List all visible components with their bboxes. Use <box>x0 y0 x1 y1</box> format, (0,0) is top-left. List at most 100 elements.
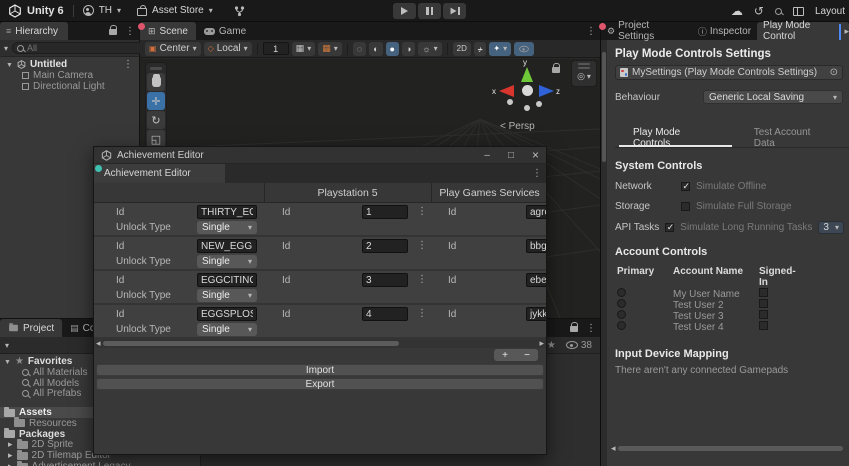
scrollbar-thumb[interactable] <box>102 341 399 346</box>
add-row-button[interactable]: + <box>502 350 508 361</box>
simulate-offline-checkbox[interactable] <box>681 181 690 192</box>
object-picker-icon[interactable]: ⊙ <box>830 67 838 78</box>
pgs-id-field[interactable] <box>526 239 546 253</box>
achievement-id-field[interactable] <box>197 239 257 253</box>
primary-radio[interactable] <box>617 321 626 330</box>
window-titlebar[interactable]: Achievement Editor – □ × <box>94 147 546 164</box>
gizmo-lock-icon[interactable] <box>552 63 560 73</box>
scrollbar-thumb[interactable] <box>617 445 843 451</box>
create-menu-caret-icon[interactable] <box>5 340 9 351</box>
expand-caret-icon[interactable] <box>8 450 13 461</box>
camera-view-button[interactable]: ◎ <box>577 71 591 84</box>
simulate-full-storage-checkbox[interactable] <box>681 202 690 211</box>
axis-x-cone[interactable] <box>499 85 514 97</box>
kebab-menu-icon[interactable] <box>532 168 542 179</box>
simulate-long-tasks-checkbox[interactable] <box>665 222 674 233</box>
kebab-menu-icon[interactable] <box>125 26 135 37</box>
shadow-toggle-button[interactable]: ◑ <box>401 41 416 56</box>
signed-in-checkbox[interactable] <box>759 321 768 330</box>
asset-store-menu[interactable]: Asset Store <box>152 5 204 16</box>
account-menu[interactable]: TH <box>99 5 112 16</box>
primary-radio[interactable] <box>617 299 626 308</box>
axis-y-cone[interactable] <box>521 67 533 82</box>
minimize-button[interactable]: – <box>484 150 490 161</box>
expand-caret-icon[interactable] <box>6 59 13 70</box>
kebab-menu-icon[interactable] <box>586 26 596 37</box>
settings-object-field[interactable]: MySettings (Play Mode Controls Settings)… <box>615 65 843 80</box>
cloud-icon[interactable]: ☁ <box>731 4 743 18</box>
unlock-type-dropdown[interactable]: Single <box>197 255 257 268</box>
expand-caret-icon[interactable] <box>4 356 11 367</box>
tab-game[interactable]: Game <box>196 22 254 40</box>
package-advertisement-legacy[interactable]: Advertisement Legacy <box>0 460 190 466</box>
ps5-id-field[interactable] <box>362 273 408 287</box>
import-button[interactable]: Import <box>96 364 544 376</box>
achievement-id-field[interactable] <box>197 307 257 321</box>
star-icon[interactable]: ★ <box>547 340 556 351</box>
horizontal-scrollbar[interactable] <box>611 444 843 452</box>
pgs-id-field[interactable] <box>526 273 546 287</box>
palette-drag-handle[interactable] <box>150 67 162 70</box>
history-icon[interactable]: ↺ <box>754 4 764 18</box>
tab-play-mode-controls[interactable]: Play Mode Controls <box>615 127 736 149</box>
tab-project-settings[interactable]: ⚙ Project Settings <box>601 20 692 42</box>
lighting-toggle-button[interactable]: ● <box>385 41 399 56</box>
ps5-id-field[interactable] <box>362 239 408 253</box>
pgs-id-field[interactable] <box>526 205 546 219</box>
signed-in-checkbox[interactable] <box>759 288 768 297</box>
primary-radio[interactable] <box>617 310 626 319</box>
scroll-left-arrow[interactable] <box>611 443 616 454</box>
effects-toggle-button[interactable]: ✦ <box>489 41 512 56</box>
perspective-label[interactable]: < Persp <box>500 121 535 132</box>
play-button[interactable] <box>393 3 416 19</box>
behaviour-dropdown[interactable]: Generic Local Saving <box>703 90 843 104</box>
step-button[interactable] <box>443 3 466 19</box>
tab-project[interactable]: Project <box>0 319 63 337</box>
scene-kebab-icon[interactable] <box>123 59 133 70</box>
scrollbar-thumb[interactable] <box>602 52 606 162</box>
tab-play-mode-control[interactable]: Play Mode Control <box>757 20 849 42</box>
hierarchy-item-main-camera[interactable]: Main Camera <box>0 70 139 81</box>
move-tool-button[interactable]: ✛ <box>147 92 165 110</box>
horizontal-scrollbar[interactable] <box>94 339 546 348</box>
lock-icon[interactable] <box>570 321 578 332</box>
row-kebab-icon[interactable] <box>417 274 427 285</box>
tab-hierarchy[interactable]: ≡ Hierarchy <box>0 22 69 40</box>
hierarchy-search[interactable] <box>12 42 150 54</box>
search-icon[interactable] <box>774 7 782 15</box>
row-kebab-icon[interactable] <box>417 206 427 217</box>
axis-z-cone[interactable] <box>539 85 554 97</box>
tab-achievement-editor[interactable]: Achievement Editor <box>94 164 225 183</box>
seconds-dropdown[interactable]: 3 <box>818 221 844 234</box>
tab-scene[interactable]: ⊞ Scene <box>140 22 196 40</box>
ps5-id-field[interactable] <box>362 205 408 219</box>
create-menu-caret-icon[interactable] <box>4 43 8 54</box>
asset-store-caret-icon[interactable] <box>209 5 213 16</box>
signed-in-checkbox[interactable] <box>759 299 768 308</box>
orientation-button[interactable]: ◇ Local <box>203 41 252 56</box>
hidden-packages-toggle[interactable]: 38 <box>565 340 592 351</box>
scene-visibility-button[interactable] <box>514 41 535 56</box>
hierarchy-item-directional-light[interactable]: Directional Light <box>0 81 139 92</box>
layout-menu[interactable]: Layout <box>815 6 845 17</box>
hand-tool-button[interactable] <box>147 73 165 91</box>
close-button[interactable]: × <box>532 148 539 162</box>
debug-draw-button[interactable]: ☼ <box>418 41 442 56</box>
shading-mode-button[interactable]: ◌ <box>352 41 367 56</box>
remove-row-button[interactable]: − <box>524 350 530 361</box>
account-caret-icon[interactable] <box>117 5 121 16</box>
overlay-drag-handle[interactable] <box>578 63 590 65</box>
row-kebab-icon[interactable] <box>417 240 427 251</box>
pivot-mode-button[interactable]: ▣ Center <box>145 41 201 56</box>
tab-overflow-arrow[interactable] <box>844 26 849 37</box>
hierarchy-search-input[interactable] <box>27 43 145 53</box>
unlock-type-dropdown[interactable]: Single <box>197 221 257 234</box>
audio-toggle-button[interactable]: ♪ <box>473 41 487 56</box>
tab-inspector[interactable]: ⓘ Inspector <box>692 22 757 40</box>
export-button[interactable]: Export <box>96 378 544 390</box>
maximize-button[interactable]: □ <box>508 150 514 161</box>
expand-caret-icon[interactable] <box>8 439 13 450</box>
ps5-id-field[interactable] <box>362 307 408 321</box>
row-kebab-icon[interactable] <box>417 308 427 319</box>
pgs-id-field[interactable] <box>526 307 546 321</box>
